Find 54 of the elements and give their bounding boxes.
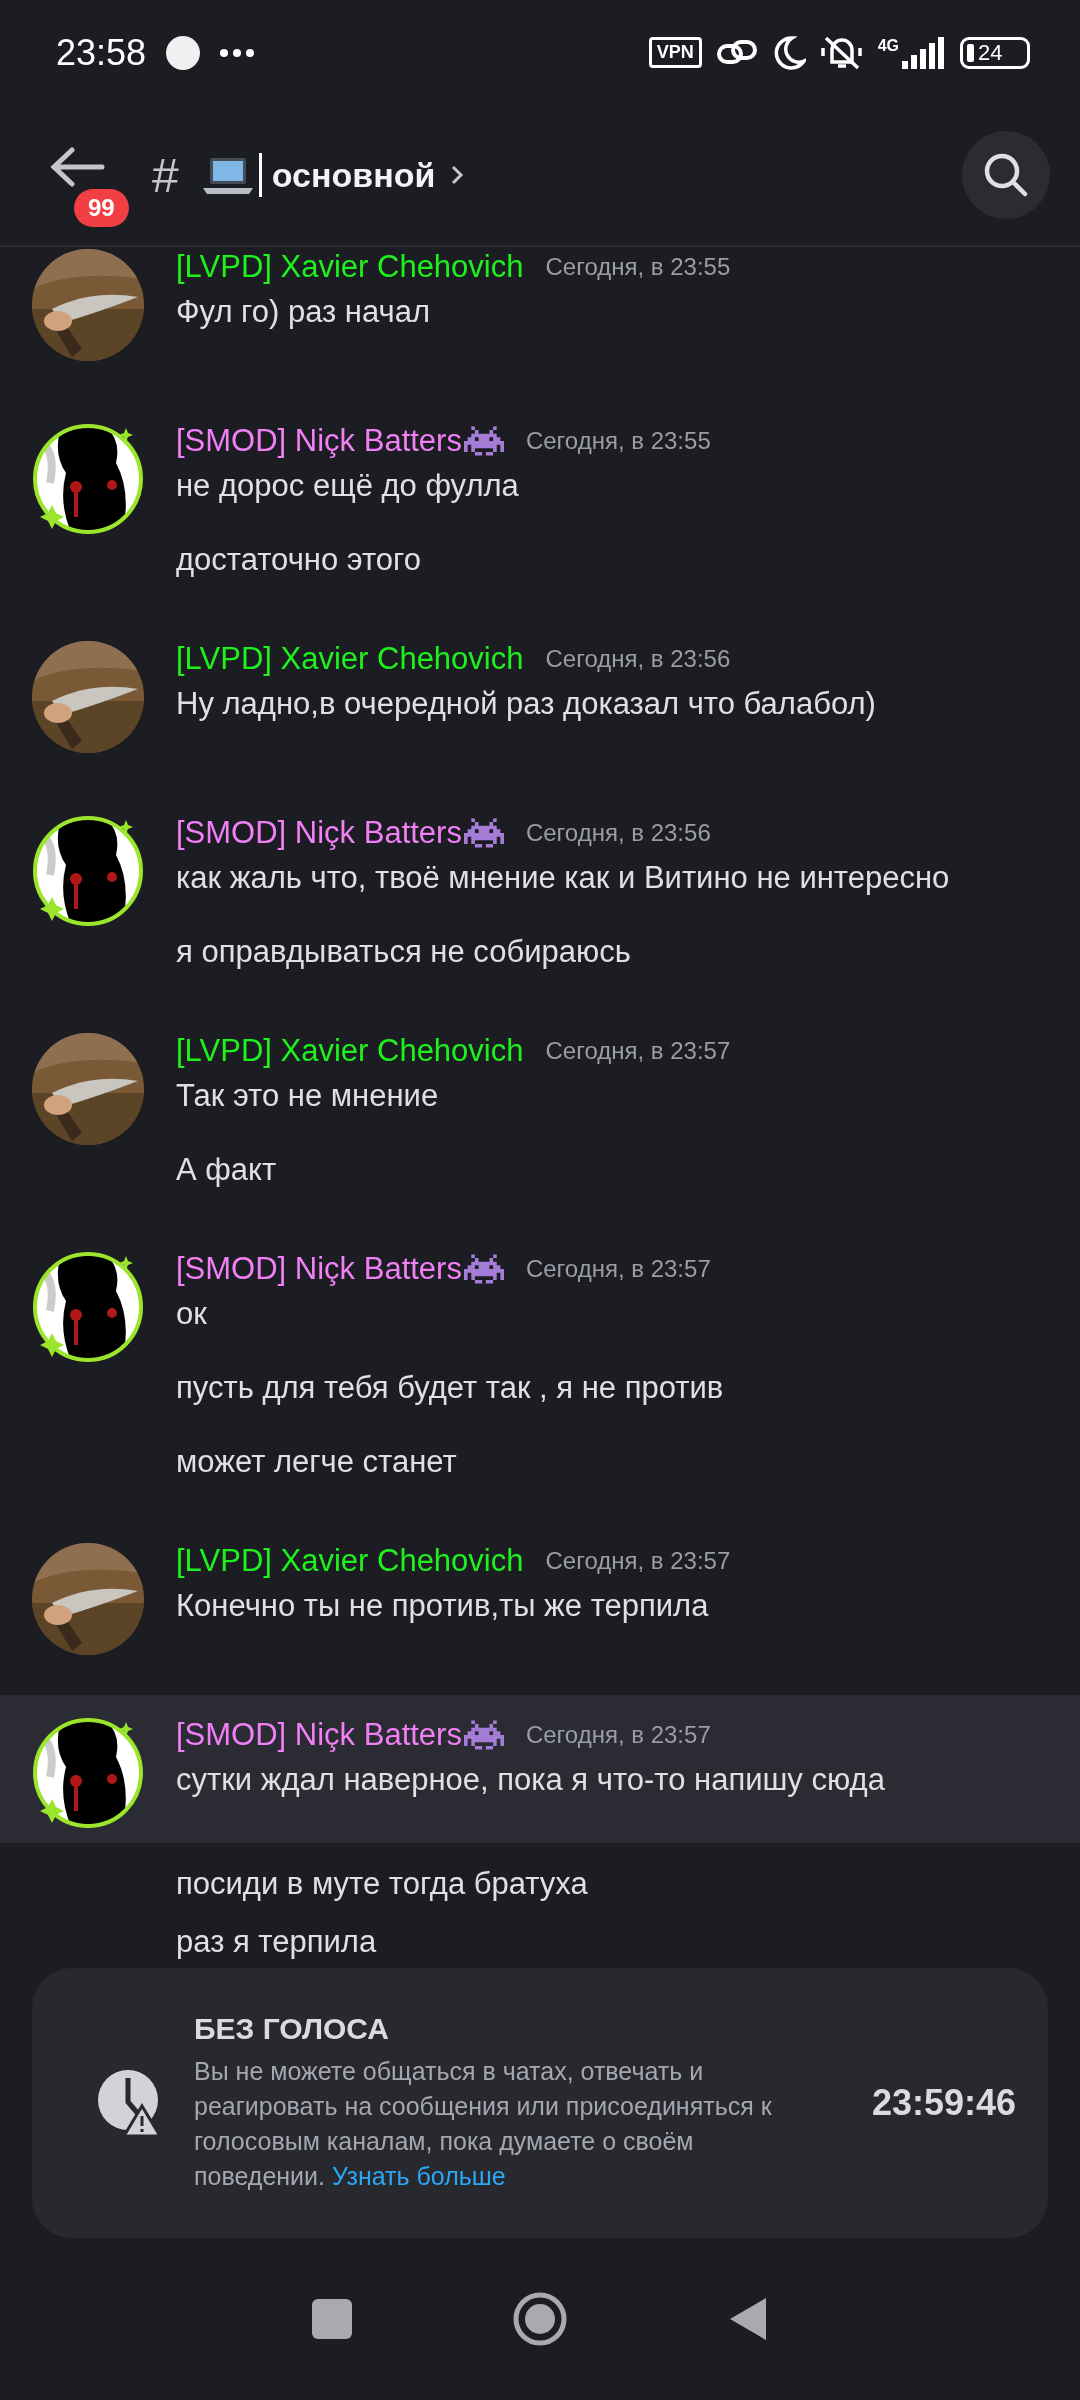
author-name[interactable]: [LVPD] Xavier Chehovich bbox=[176, 1543, 524, 1579]
message-text: ок bbox=[176, 1295, 208, 1333]
message-text: А факт bbox=[176, 1151, 278, 1189]
author-name[interactable]: [LVPD] Xavier Chehovich bbox=[176, 1033, 524, 1069]
author-name[interactable]: [SMOD] Niçk Batters bbox=[176, 1717, 462, 1753]
author-name[interactable]: [SMOD] Niçk Batters bbox=[176, 1251, 462, 1287]
timestamp: Сегодня, в 23:57 bbox=[525, 1721, 711, 1749]
circle-icon bbox=[166, 35, 201, 70]
message-text: не дорос ещё до фулла bbox=[176, 467, 520, 505]
timestamp: Сегодня, в 23:57 bbox=[525, 1255, 711, 1283]
timestamp: Сегодня, в 23:57 bbox=[545, 1037, 731, 1065]
chevron-icon[interactable] bbox=[449, 163, 466, 187]
notice-text: Вы не можете общаться в чатах, отвечать и реагировать на сообщения или присоединяться к голосовым каналам, пока думаете о своём поведении. Узнать больше bbox=[194, 2056, 773, 2192]
vpn-indicator: VPN bbox=[648, 37, 702, 68]
author-name[interactable]: [LVPD] Xavier Chehovich bbox=[176, 249, 524, 285]
home-icon[interactable] bbox=[512, 2291, 568, 2347]
channel-hash: # bbox=[152, 147, 179, 203]
message-text: Так это не мнение bbox=[176, 1077, 440, 1115]
message-text: может легче станет bbox=[176, 1443, 458, 1481]
signal-icon bbox=[902, 36, 946, 69]
alien-icon bbox=[463, 817, 504, 849]
network-type: 4G bbox=[877, 36, 899, 55]
more-icon bbox=[220, 48, 255, 57]
message-text: Ну ладно,в очередной раз доказал что балабол) bbox=[176, 685, 877, 723]
clock: 23:58 bbox=[56, 31, 147, 74]
timestamp: Сегодня, в 23:55 bbox=[545, 253, 731, 281]
timestamp: Сегодня, в 23:55 bbox=[525, 427, 711, 455]
author-name[interactable]: [SMOD] Niçk Batters bbox=[176, 423, 462, 459]
message-text: я оправдываться не собираюсь bbox=[176, 933, 632, 971]
back-icon[interactable] bbox=[728, 2296, 768, 2342]
countdown-timer: 23:59:46 bbox=[871, 2082, 1016, 2124]
notice-title: БЕЗ ГОЛОСА bbox=[194, 2012, 390, 2046]
message-text: раз я терпила bbox=[176, 1923, 378, 1961]
back-arrow-icon[interactable] bbox=[50, 147, 106, 187]
battery-indicator: 24 bbox=[960, 36, 1030, 69]
message-text: как жаль что, твоё мнение как и Витино не интересно bbox=[176, 859, 951, 897]
author-name[interactable]: [LVPD] Xavier Chehovich bbox=[176, 641, 524, 677]
channel-name[interactable]: основной bbox=[271, 155, 436, 195]
message-text: сутки ждал наверное, пока я что-то напишу сюда bbox=[176, 1761, 886, 1799]
message-text: пусть для тебя будет так , я не против bbox=[176, 1369, 725, 1407]
search-icon bbox=[983, 152, 1029, 198]
message-text: Конечно ты не против,ты же терпила bbox=[176, 1587, 710, 1625]
learn-more-link[interactable]: Узнать больше bbox=[331, 2162, 506, 2190]
message-text: Фул го) раз начал bbox=[176, 293, 431, 331]
author-name[interactable]: [SMOD] Niçk Batters bbox=[176, 815, 462, 851]
message-text: посиди в муте тогда братуха bbox=[176, 1865, 589, 1903]
unread-badge: 99 bbox=[74, 189, 129, 227]
timestamp: Сегодня, в 23:56 bbox=[525, 819, 711, 847]
timestamp: Сегодня, в 23:57 bbox=[545, 1547, 731, 1575]
alien-icon bbox=[463, 1253, 504, 1285]
alien-icon bbox=[463, 425, 504, 457]
timestamp: Сегодня, в 23:56 bbox=[545, 645, 731, 673]
message-text: достаточно этого bbox=[176, 541, 422, 579]
alien-icon bbox=[463, 1719, 504, 1751]
